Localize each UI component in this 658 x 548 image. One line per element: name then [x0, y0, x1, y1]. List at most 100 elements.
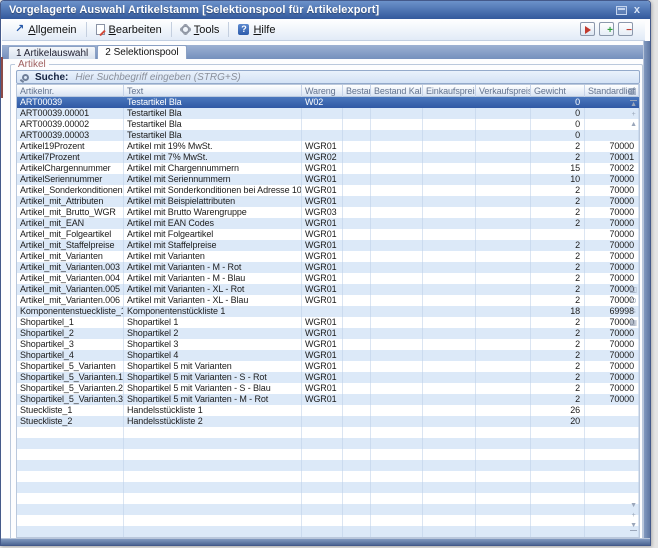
cell-warengruppe: [302, 482, 343, 493]
table-row[interactable]: Artikel7ProzentArtikel mit 7% MwSt.WGR02…: [17, 152, 639, 163]
scroll-plus-icon[interactable]: +: [632, 111, 636, 119]
red-arrow-window-icon[interactable]: [580, 22, 595, 36]
table-row[interactable]: Shopartikel_5_VariantenShopartikel 5 mit…: [17, 361, 639, 372]
table-row[interactable]: [17, 427, 639, 438]
menu-label: Allgemein: [28, 24, 76, 36]
tab-selektionspool[interactable]: 2 Selektionspool: [97, 45, 186, 59]
column-header-artikelnr[interactable]: Artikelnr.: [17, 85, 124, 97]
column-header-text[interactable]: Text: [124, 85, 302, 97]
table-row[interactable]: Artikel_mit_Brutto_WGRArtikel mit Brutto…: [17, 207, 639, 218]
table-row[interactable]: Artikel_mit_Varianten.003Artikel mit Var…: [17, 262, 639, 273]
table-row[interactable]: [17, 504, 639, 515]
column-chooser-icon[interactable]: ▦: [627, 86, 637, 96]
column-header-bestand[interactable]: Bestand: [343, 85, 371, 97]
table-row[interactable]: Artikel19ProzentArtikel mit 19% MwSt.WGR…: [17, 141, 639, 152]
scroll-plus-icon[interactable]: +: [632, 512, 636, 520]
cell-warengruppe: WGR01: [302, 273, 343, 284]
table-row[interactable]: Stueckliste_1Handelsstückliste 126: [17, 405, 639, 416]
cell-einkaufspreis: [423, 372, 476, 383]
cell-text: [124, 438, 302, 449]
green-plus-window-icon[interactable]: +: [599, 22, 614, 36]
table-row[interactable]: Shopartikel_4Shopartikel 4WGR01270000: [17, 350, 639, 361]
cell-bestand: [343, 493, 371, 504]
cell-einkaufspreis: [423, 526, 476, 537]
table-row[interactable]: [17, 482, 639, 493]
table-row[interactable]: Artikel_mit_Varianten.005Artikel mit Var…: [17, 284, 639, 295]
menu-item-hilfe[interactable]: ? Hilfe: [233, 22, 280, 38]
table-row[interactable]: Artikel_mit_FolgeartikelArtikel mit Folg…: [17, 229, 639, 240]
table-row[interactable]: Shopartikel_1Shopartikel 1WGR01270000: [17, 317, 639, 328]
scroll-down-icon[interactable]: ▼: [630, 502, 637, 510]
table-row[interactable]: Shopartikel_5_Varianten.3Shopartikel 5 m…: [17, 394, 639, 405]
table-row[interactable]: Artikel_mit_StaffelpreiseArtikel mit Sta…: [17, 240, 639, 251]
search-input[interactable]: Suche: Hier Suchbegriff eingeben (STRG+S…: [16, 70, 640, 84]
column-header-gewicht[interactable]: Gewicht: [531, 85, 585, 97]
cell-gewicht: 2: [531, 372, 585, 383]
menu-item-bearbeiten[interactable]: Bearbeiten: [91, 22, 167, 38]
table-row[interactable]: [17, 526, 639, 537]
grid-icon[interactable]: ▦: [630, 318, 637, 327]
table-row[interactable]: ArtikelSeriennummerArtikel mit Seriennum…: [17, 174, 639, 185]
cell-bestand: [343, 339, 371, 350]
table-row[interactable]: ART00039.00001Testartikel Bla0: [17, 108, 639, 119]
table-row[interactable]: [17, 438, 639, 449]
cell-bestand: [343, 361, 371, 372]
table-row[interactable]: ART00039Testartikel BlaW020: [17, 97, 639, 108]
table-row[interactable]: Artikel_mit_Varianten.006Artikel mit Var…: [17, 295, 639, 306]
cell-standardlieferant: [585, 405, 639, 416]
table-row[interactable]: ART00039.00002Testartikel Bla0: [17, 119, 639, 130]
table-row[interactable]: [17, 471, 639, 482]
cell-bestand: [343, 262, 371, 273]
menu-item-tools[interactable]: Tools: [176, 22, 225, 38]
table-row[interactable]: [17, 460, 639, 471]
column-header-einkaufspreis[interactable]: Einkaufspreis: [423, 85, 476, 97]
cell-text: [124, 460, 302, 471]
cell-artikelnr: Komponentenstueckliste_1: [17, 306, 124, 317]
titlebar[interactable]: Vorgelagerte Auswahl Artikelstamm [Selek…: [1, 1, 650, 19]
table-row[interactable]: Artikel_mit_EANArtikel mit EAN CodesWGR0…: [17, 218, 639, 229]
red-minus-window-icon[interactable]: −: [618, 22, 633, 36]
cell-warengruppe: [302, 438, 343, 449]
table-row[interactable]: Artikel_mit_AttributenArtikel mit Beispi…: [17, 196, 639, 207]
cell-einkaufspreis: [423, 482, 476, 493]
menu-item-allgemein[interactable]: ↗ Allgemein: [10, 22, 82, 38]
cell-text: Artikel mit Varianten - M - Rot: [124, 262, 302, 273]
table-row[interactable]: Shopartikel_5_Varianten.1Shopartikel 5 m…: [17, 372, 639, 383]
table-row[interactable]: ART00039.00003Testartikel Bla0: [17, 130, 639, 141]
cell-einkaufspreis: [423, 339, 476, 350]
cell-bestand: [343, 141, 371, 152]
cell-bestand: [343, 427, 371, 438]
table-row[interactable]: Artikel_SonderkonditionenArtikel mit Son…: [17, 185, 639, 196]
table-row[interactable]: Artikel_mit_Varianten.004Artikel mit Var…: [17, 273, 639, 284]
table-row[interactable]: Komponentenstueckliste_1Komponentenstück…: [17, 306, 639, 317]
table-row[interactable]: Shopartikel_3Shopartikel 3WGR01270000: [17, 339, 639, 350]
cell-gewicht: 2: [531, 185, 585, 196]
scroll-to-top-icon[interactable]: ▲: [630, 100, 637, 109]
cell-verkaufspreis: [476, 405, 531, 416]
table-row[interactable]: Stueckliste_2Handelsstückliste 220: [17, 416, 639, 427]
cell-bestand-kalk: [371, 119, 423, 130]
zoom-icon[interactable]: ⊙: [630, 296, 637, 305]
cell-gewicht: [531, 460, 585, 471]
table-row[interactable]: [17, 493, 639, 504]
table-row[interactable]: Artikel_mit_VariantenArtikel mit Variant…: [17, 251, 639, 262]
list-icon[interactable]: ≡: [631, 307, 636, 316]
cell-verkaufspreis: [476, 427, 531, 438]
maximize-icon[interactable]: [616, 6, 627, 15]
table-row[interactable]: Shopartikel_5_Varianten.2Shopartikel 5 m…: [17, 383, 639, 394]
table-row[interactable]: [17, 515, 639, 526]
cell-einkaufspreis: [423, 141, 476, 152]
column-header-warengruppe[interactable]: Wareng: [302, 85, 343, 97]
cell-bestand-kalk: [371, 504, 423, 515]
columns-config-icon[interactable]: ▥: [630, 285, 637, 294]
scroll-up-icon[interactable]: ▲: [630, 121, 637, 129]
column-header-verkaufspreis[interactable]: Verkaufspreis: [476, 85, 531, 97]
table-row[interactable]: ArtikelChargennummerArtikel mit Chargenn…: [17, 163, 639, 174]
scroll-to-bottom-icon[interactable]: ▼: [630, 522, 637, 531]
table-row[interactable]: Shopartikel_2Shopartikel 2WGR01270000: [17, 328, 639, 339]
column-header-bestand-kalk[interactable]: Bestand Kalk.: [371, 85, 423, 97]
table-row[interactable]: [17, 449, 639, 460]
tab-artikelauswahl[interactable]: 1 Artikelauswahl: [8, 46, 96, 59]
cell-gewicht: [531, 229, 585, 240]
close-icon[interactable]: x: [634, 5, 640, 16]
